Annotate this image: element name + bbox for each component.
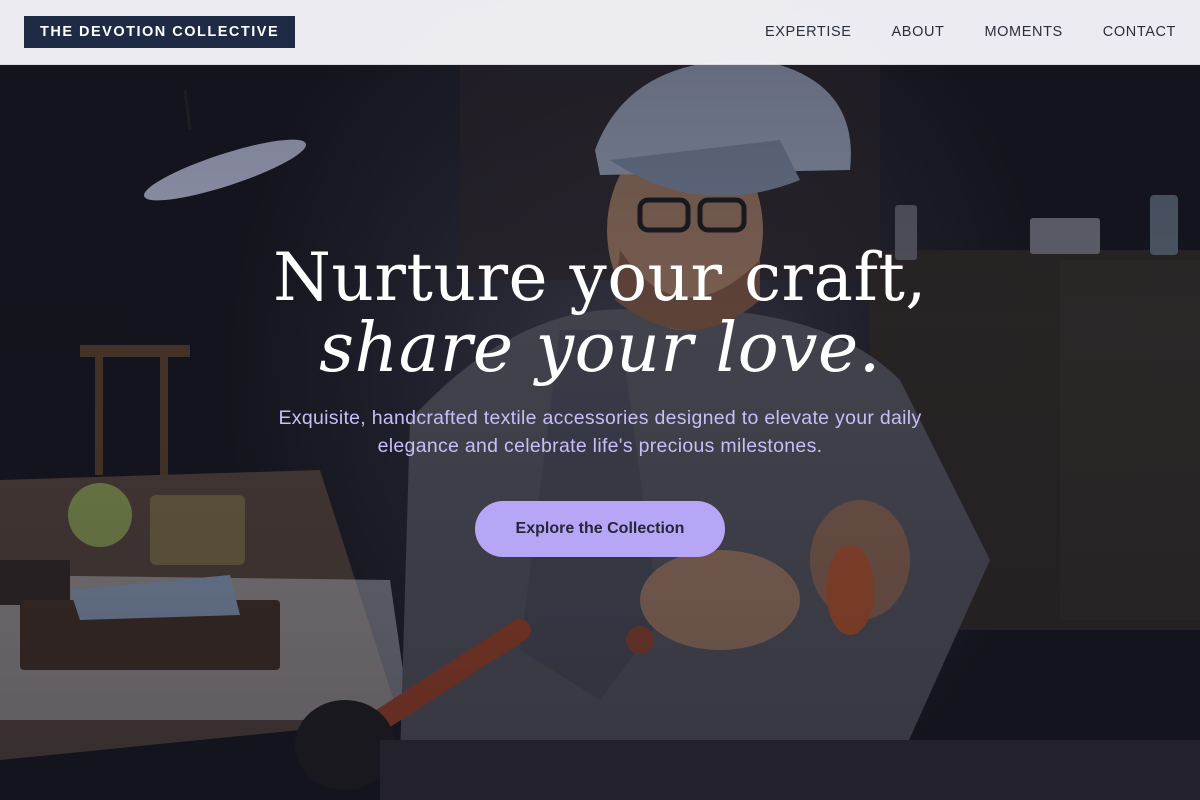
hero-headline-line-1: Nurture your craft,: [273, 239, 927, 316]
hero-section: Nurture your craft, share your love. Exq…: [0, 240, 1200, 557]
main-nav: EXPERTISE ABOUT MOMENTS CONTACT: [765, 24, 1176, 40]
hero-subtitle: Exquisite, handcrafted textile accessori…: [278, 407, 922, 457]
nav-item-about[interactable]: ABOUT: [892, 24, 945, 40]
brand-logo-link[interactable]: THE DEVOTION COLLECTIVE: [24, 16, 296, 48]
nav-item-moments[interactable]: MOMENTS: [984, 24, 1062, 40]
hero-headline: Nurture your craft, share your love.: [0, 239, 1200, 388]
explore-collection-button[interactable]: Explore the Collection: [475, 501, 725, 557]
hero-headline-line-2: share your love.: [319, 309, 881, 388]
nav-item-contact[interactable]: CONTACT: [1103, 24, 1176, 40]
nav-item-expertise[interactable]: EXPERTISE: [765, 24, 852, 40]
top-navigation-bar: THE DEVOTION COLLECTIVE EXPERTISE ABOUT …: [0, 0, 1200, 65]
